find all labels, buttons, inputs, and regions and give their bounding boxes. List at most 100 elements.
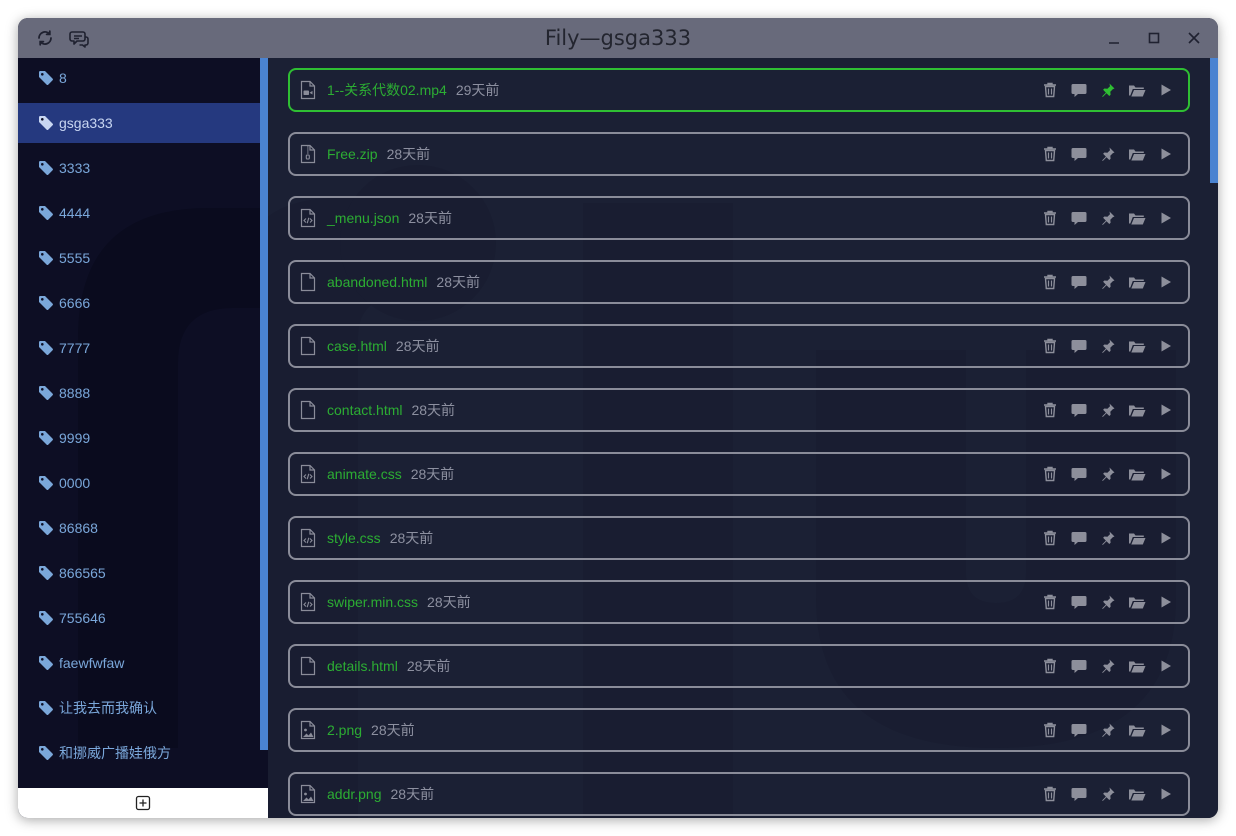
comment-icon[interactable] bbox=[1069, 464, 1089, 484]
comment-icon[interactable] bbox=[1069, 784, 1089, 804]
file-name[interactable]: abandoned.html bbox=[327, 274, 427, 290]
file-name[interactable]: style.css bbox=[327, 530, 381, 546]
file-card[interactable]: details.html 28天前 bbox=[288, 644, 1190, 688]
folder-open-icon[interactable] bbox=[1127, 336, 1147, 356]
sidebar-tag[interactable]: 6666 bbox=[18, 283, 260, 323]
folder-open-icon[interactable] bbox=[1127, 656, 1147, 676]
play-icon[interactable] bbox=[1156, 720, 1176, 740]
main-scrollbar[interactable] bbox=[1210, 58, 1218, 183]
comment-icon[interactable] bbox=[1069, 400, 1089, 420]
pin-icon[interactable] bbox=[1098, 528, 1118, 548]
file-card[interactable]: animate.css 28天前 bbox=[288, 452, 1190, 496]
comment-icon[interactable] bbox=[1069, 144, 1089, 164]
trash-icon[interactable] bbox=[1040, 144, 1060, 164]
minimize-icon[interactable] bbox=[1102, 26, 1126, 50]
comment-icon[interactable] bbox=[1069, 80, 1089, 100]
folder-open-icon[interactable] bbox=[1127, 784, 1147, 804]
play-icon[interactable] bbox=[1156, 400, 1176, 420]
pin-icon[interactable] bbox=[1098, 208, 1118, 228]
sidebar-tag[interactable]: 4444 bbox=[18, 193, 260, 233]
trash-icon[interactable] bbox=[1040, 400, 1060, 420]
folder-open-icon[interactable] bbox=[1127, 592, 1147, 612]
folder-open-icon[interactable] bbox=[1127, 144, 1147, 164]
play-icon[interactable] bbox=[1156, 144, 1176, 164]
comment-icon[interactable] bbox=[1069, 592, 1089, 612]
file-name[interactable]: 2.png bbox=[327, 722, 362, 738]
file-card[interactable]: case.html 28天前 bbox=[288, 324, 1190, 368]
sidebar-tag[interactable]: 0000 bbox=[18, 463, 260, 503]
pin-icon[interactable] bbox=[1098, 720, 1118, 740]
file-card[interactable]: 1--关系代数02.mp4 29天前 bbox=[288, 68, 1190, 112]
sidebar-tag[interactable]: 3333 bbox=[18, 148, 260, 188]
play-icon[interactable] bbox=[1156, 272, 1176, 292]
file-name[interactable]: case.html bbox=[327, 338, 387, 354]
folder-open-icon[interactable] bbox=[1127, 528, 1147, 548]
file-name[interactable]: animate.css bbox=[327, 466, 402, 482]
file-name[interactable]: addr.png bbox=[327, 786, 382, 802]
folder-open-icon[interactable] bbox=[1127, 208, 1147, 228]
folder-open-icon[interactable] bbox=[1127, 80, 1147, 100]
folder-open-icon[interactable] bbox=[1127, 720, 1147, 740]
pin-icon[interactable] bbox=[1098, 400, 1118, 420]
trash-icon[interactable] bbox=[1040, 656, 1060, 676]
folder-open-icon[interactable] bbox=[1127, 272, 1147, 292]
pin-icon[interactable] bbox=[1098, 656, 1118, 676]
file-card[interactable]: abandoned.html 28天前 bbox=[288, 260, 1190, 304]
sidebar-tag[interactable]: faewfwfaw bbox=[18, 643, 260, 683]
file-card[interactable]: swiper.min.css 28天前 bbox=[288, 580, 1190, 624]
close-icon[interactable] bbox=[1182, 26, 1206, 50]
sidebar-tag[interactable]: gsga333 bbox=[18, 103, 260, 143]
file-name[interactable]: details.html bbox=[327, 658, 398, 674]
play-icon[interactable] bbox=[1156, 80, 1176, 100]
sidebar-tag[interactable]: 86868 bbox=[18, 508, 260, 548]
play-icon[interactable] bbox=[1156, 336, 1176, 356]
file-name[interactable]: _menu.json bbox=[327, 210, 399, 226]
trash-icon[interactable] bbox=[1040, 784, 1060, 804]
comment-icon[interactable] bbox=[1069, 272, 1089, 292]
add-tag-button[interactable] bbox=[18, 788, 268, 818]
play-icon[interactable] bbox=[1156, 528, 1176, 548]
comment-icon[interactable] bbox=[1069, 528, 1089, 548]
play-icon[interactable] bbox=[1156, 208, 1176, 228]
pin-icon[interactable] bbox=[1098, 272, 1118, 292]
play-icon[interactable] bbox=[1156, 784, 1176, 804]
pin-icon[interactable] bbox=[1098, 336, 1118, 356]
pin-icon[interactable] bbox=[1098, 80, 1118, 100]
trash-icon[interactable] bbox=[1040, 592, 1060, 612]
trash-icon[interactable] bbox=[1040, 528, 1060, 548]
trash-icon[interactable] bbox=[1040, 720, 1060, 740]
sidebar-tag[interactable]: 9999 bbox=[18, 418, 260, 458]
comment-icon[interactable] bbox=[1069, 336, 1089, 356]
sidebar-tag[interactable]: 866565 bbox=[18, 553, 260, 593]
file-card[interactable]: _menu.json 28天前 bbox=[288, 196, 1190, 240]
play-icon[interactable] bbox=[1156, 592, 1176, 612]
trash-icon[interactable] bbox=[1040, 80, 1060, 100]
folder-open-icon[interactable] bbox=[1127, 400, 1147, 420]
file-name[interactable]: 1--关系代数02.mp4 bbox=[327, 80, 447, 100]
file-card[interactable]: 2.png 28天前 bbox=[288, 708, 1190, 752]
comment-icon[interactable] bbox=[1069, 656, 1089, 676]
maximize-icon[interactable] bbox=[1142, 26, 1166, 50]
sidebar-tag[interactable]: 让我去而我确认 bbox=[18, 688, 260, 728]
comment-icon[interactable] bbox=[1069, 720, 1089, 740]
trash-icon[interactable] bbox=[1040, 464, 1060, 484]
play-icon[interactable] bbox=[1156, 656, 1176, 676]
folder-open-icon[interactable] bbox=[1127, 464, 1147, 484]
trash-icon[interactable] bbox=[1040, 272, 1060, 292]
sidebar-tag[interactable]: 8888 bbox=[18, 373, 260, 413]
sidebar-tag[interactable]: 755646 bbox=[18, 598, 260, 638]
pin-icon[interactable] bbox=[1098, 784, 1118, 804]
sidebar-scrollbar[interactable] bbox=[260, 58, 268, 750]
comment-icon[interactable] bbox=[1069, 208, 1089, 228]
sidebar-tag[interactable]: 7777 bbox=[18, 328, 260, 368]
trash-icon[interactable] bbox=[1040, 208, 1060, 228]
trash-icon[interactable] bbox=[1040, 336, 1060, 356]
sidebar-tag[interactable]: 8 bbox=[18, 58, 260, 98]
play-icon[interactable] bbox=[1156, 464, 1176, 484]
file-name[interactable]: Free.zip bbox=[327, 146, 378, 162]
sidebar-tag[interactable]: 5555 bbox=[18, 238, 260, 278]
file-card[interactable]: style.css 28天前 bbox=[288, 516, 1190, 560]
pin-icon[interactable] bbox=[1098, 144, 1118, 164]
pin-icon[interactable] bbox=[1098, 592, 1118, 612]
file-card[interactable]: addr.png 28天前 bbox=[288, 772, 1190, 816]
